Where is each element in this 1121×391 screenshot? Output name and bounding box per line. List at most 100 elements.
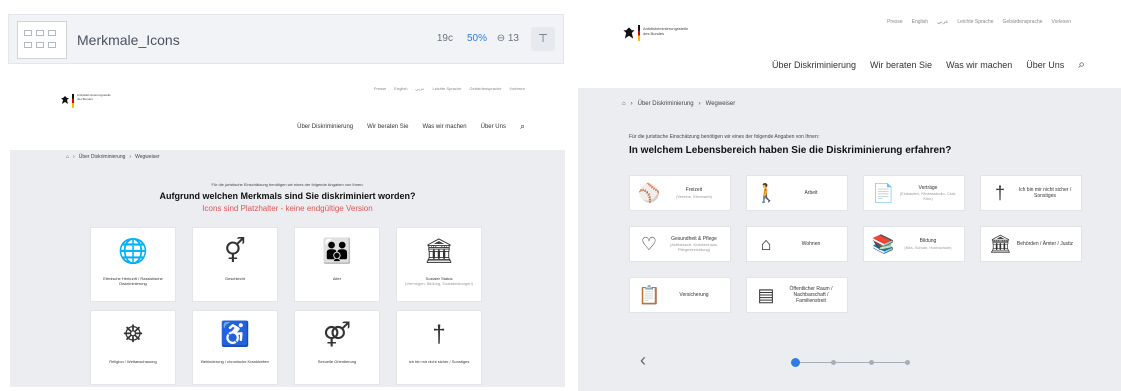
option-card-label: Arbeit [779, 176, 843, 210]
utility-link-arabic[interactable]: عربي [415, 86, 424, 91]
option-card[interactable]: 📄 Verträge (Einkaufen, Fitnessstudio, Club… [863, 175, 965, 211]
breadcrumb-item[interactable]: Über Diskriminierung [79, 154, 126, 160]
home-icon[interactable]: ⌂ [66, 154, 69, 160]
option-card-subtitle: (Vermögen, Bildung, Sozialleistungen) [405, 281, 473, 287]
utility-link-easy-language[interactable]: Leichte Sprache [432, 86, 461, 91]
artboard-stat: 19c [436, 33, 453, 44]
nav-item-discrimination[interactable]: Über Diskriminierung [772, 60, 856, 70]
step-dot[interactable] [869, 360, 874, 365]
option-card[interactable]: ⚾ Freizeit (Vereine, Ehrenamt) [629, 175, 731, 211]
insurance-icon: 📋 [638, 285, 661, 305]
authorities-icon: 🏛 [989, 234, 1012, 254]
step-pagination [791, 358, 911, 368]
flag-stripe [72, 94, 74, 108]
option-card-subtitle: (Einkaufen, Fitnessstudio, Club, Kino) [899, 191, 957, 202]
site-header: Antidiskriminierungsstelle des Bundes Pre… [10, 72, 565, 150]
utility-link-arabic[interactable]: عربي [937, 19, 948, 25]
option-card[interactable]: 🌐 Ethnische Herkunft / Rassistische Diskr… [90, 227, 176, 302]
sexual-orientation-icon: ⚤ [322, 321, 352, 348]
nav-item-advice[interactable]: Wir beraten Sie [367, 124, 408, 130]
utility-link-english[interactable]: English [912, 19, 928, 25]
nav-item-activities[interactable]: Was wir machen [422, 124, 466, 130]
previous-arrow-icon[interactable]: ‹ [640, 350, 646, 371]
comment-count[interactable]: ⊖ 13 [497, 33, 519, 44]
intro-text: Für die juristische Einschätzung benötig… [629, 134, 820, 140]
option-card[interactable]: ⌂ Wohnen [746, 226, 848, 262]
option-card[interactable]: 📚 Bildung (Kita, Schule, Hochschule) [863, 226, 965, 262]
option-card[interactable]: ⚤ Sexuelle Orientierung [294, 310, 380, 385]
utility-link-easy-language[interactable]: Leichte Sprache [957, 19, 993, 25]
zoom-level[interactable]: 50% [467, 33, 487, 44]
option-card[interactable]: † Ich bin mir nicht sicher / Sonstiges [396, 310, 482, 385]
utility-link-read-aloud[interactable]: Vorlesen [1052, 19, 1071, 25]
option-card-label: Sexuelle Orientierung [297, 359, 377, 364]
age-icon: 👪 [322, 238, 352, 265]
option-card-title: Behörden / Ämter / Justiz [1016, 240, 1074, 247]
nav-item-about[interactable]: Über Uns [481, 124, 506, 130]
option-card-title: Arbeit [804, 189, 818, 196]
step-dot[interactable] [831, 360, 836, 365]
search-icon[interactable]: ⌕ [520, 121, 525, 132]
characteristic-cards: 🌐 Ethnische Herkunft / Rassistische Diskr… [90, 227, 482, 385]
main-nav: Über Diskriminierung Wir beraten Sie Was… [772, 57, 1085, 72]
filter-button[interactable]: ⊤ [531, 27, 555, 51]
main-nav: Über Diskriminierung Wir beraten Sie Was… [297, 121, 525, 132]
search-icon[interactable]: ⌕ [1078, 57, 1085, 72]
option-card-subtitle: (Kita, Schule, Hochschule) [904, 244, 952, 250]
nav-item-about[interactable]: Über Uns [1026, 60, 1064, 70]
option-card[interactable]: ⚥ Geschlecht [192, 227, 278, 302]
home-icon[interactable]: ⌂ [622, 101, 626, 107]
option-card[interactable]: ♡ Gesundheit & Pflege (Arztbesuch, Kranken… [629, 226, 731, 262]
step-dot-active[interactable] [791, 358, 800, 367]
org-logo-text[interactable]: Antidiskriminierungsstelle des Bundes [77, 93, 111, 101]
breadcrumb-separator: › [129, 154, 132, 160]
utility-link-read-aloud[interactable]: Vorlesen [509, 86, 525, 91]
utility-link-sign-language[interactable]: Gebärdensprache [469, 86, 501, 91]
utility-link-press[interactable]: Presse [374, 86, 386, 91]
option-card[interactable]: ▤ Öffentlicher Raum / Nachbarschaft / Fam… [746, 277, 848, 313]
option-card[interactable]: 🏛 Sozialer Status (Vermögen, Bildung, Sozi… [396, 227, 482, 302]
artboard-thumbnail[interactable] [17, 21, 67, 59]
utility-link-english[interactable]: English [394, 86, 407, 91]
option-card[interactable]: 🚶 Arbeit [746, 175, 848, 211]
option-card[interactable]: 🏛 Behörden / Ämter / Justiz [980, 226, 1082, 262]
nav-item-discrimination[interactable]: Über Diskriminierung [297, 124, 353, 130]
option-card-title: Versicherung [679, 291, 709, 298]
step-dot[interactable] [905, 360, 910, 365]
social-status-icon: 🏛 [423, 238, 455, 265]
option-card[interactable]: ☸ Religion / Weltanschauung [90, 310, 176, 385]
breadcrumb-separator: › [698, 101, 701, 107]
intro-text: Für die juristische Einschätzung benötig… [211, 182, 364, 187]
utility-link-sign-language[interactable]: Gebärdensprache [1003, 19, 1043, 25]
breadcrumb-item[interactable]: Wegweiser [706, 101, 736, 107]
health-icon: ♡ [640, 234, 658, 254]
leisure-icon: ⚾ [638, 183, 661, 203]
option-card[interactable]: ♿ Behinderung / chronische Krankheiten [192, 310, 278, 385]
option-card-label: Ethnische Herkunft / Rassistische Diskri… [93, 276, 173, 286]
placeholder-warning: Icons sind Platzhalter - keine endgültig… [202, 204, 373, 213]
option-card[interactable]: 👪 Alter [294, 227, 380, 302]
option-card[interactable]: † Ich bin mir nicht sicher / Sonstiges [980, 175, 1082, 211]
breadcrumb-item[interactable]: Über Diskriminierung [638, 101, 694, 107]
filter-icon: ⊤ [538, 33, 548, 45]
breadcrumb-item[interactable]: Wegweiser [135, 154, 160, 160]
disability-icon: ♿ [220, 321, 250, 348]
option-card-title: Alter [332, 276, 342, 281]
option-card-label: Ich bin mir nicht sicher / Sonstiges [399, 359, 479, 364]
option-card[interactable]: 📋 Versicherung [629, 277, 731, 313]
org-logo-text[interactable]: Antidiskriminierungsstelle des Bundes [643, 26, 693, 37]
utility-link-press[interactable]: Presse [887, 19, 903, 25]
nav-item-advice[interactable]: Wir beraten Sie [870, 60, 932, 70]
question-heading: In welchem Lebensbereich haben Sie die D… [629, 145, 952, 156]
option-card-label: Behinderung / chronische Krankheiten [195, 359, 275, 364]
option-card-title: Geschlecht [224, 276, 245, 281]
option-card-label: Versicherung [662, 278, 726, 312]
content-area: ⌂ › Über Diskriminierung › Wegweiser Für d… [578, 88, 1121, 391]
breadcrumb: ⌂ › Über Diskriminierung › Wegweiser [66, 154, 160, 160]
option-card-label: Geschlecht [195, 276, 275, 281]
unsure-icon: † [432, 321, 446, 348]
comment-count-value: 13 [507, 33, 519, 44]
option-card-label: Gesundheit & Pflege (Arztbesuch, Krankenh… [662, 227, 726, 261]
option-card-subtitle: (Vereine, Ehrenamt) [676, 193, 712, 199]
nav-item-activities[interactable]: Was wir machen [946, 60, 1012, 70]
